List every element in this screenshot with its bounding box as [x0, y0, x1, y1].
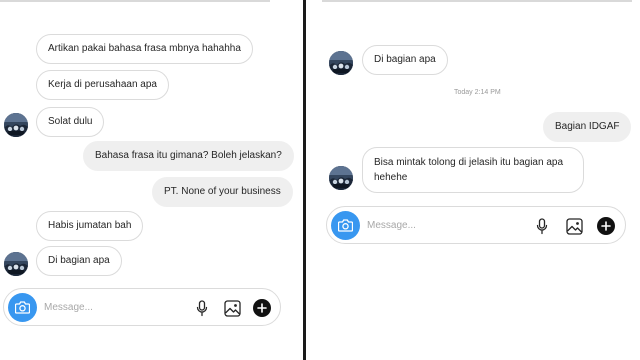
message-bubble-sent[interactable]: PT. None of your business — [152, 177, 293, 207]
camera-icon — [15, 301, 30, 314]
avatar-image — [4, 113, 28, 137]
add-button[interactable] — [252, 298, 272, 318]
avatar-image — [4, 252, 28, 276]
contact-avatar[interactable] — [4, 252, 28, 276]
message-bubble-sent[interactable]: Bagian IDGAF — [543, 112, 632, 142]
avatar-image — [329, 51, 353, 75]
message-input[interactable] — [44, 300, 164, 314]
message-bubble-sent[interactable]: Bahasa frasa itu gimana? Boleh jelaskan? — [83, 141, 294, 171]
top-separator — [0, 0, 270, 2]
contact-avatar[interactable] — [4, 113, 28, 137]
message-composer — [3, 288, 281, 326]
message-timestamp: Today 2:14 PM — [454, 89, 501, 96]
microphone-icon — [536, 217, 548, 234]
message-bubble-received[interactable]: Habis jumatan bah — [36, 211, 144, 241]
message-bubble-received[interactable]: Solat dulu — [36, 107, 105, 137]
top-separator — [322, 0, 632, 2]
message-bubble-received[interactable]: Bisa mintak tolong di jelasih itu bagian… — [362, 147, 584, 193]
contact-avatar[interactable] — [329, 51, 353, 75]
message-bubble-received[interactable]: Artikan pakai bahasa frasa mbnya hahahha — [36, 34, 253, 64]
message-composer — [326, 206, 626, 244]
plus-icon — [253, 299, 271, 317]
gallery-button[interactable] — [564, 216, 584, 236]
message-bubble-received[interactable]: Di bagian apa — [362, 45, 448, 75]
camera-icon — [338, 219, 353, 232]
add-button[interactable] — [596, 216, 616, 236]
image-icon — [565, 217, 583, 235]
camera-button[interactable] — [331, 211, 360, 240]
microphone-button[interactable] — [192, 298, 212, 318]
microphone-button[interactable] — [532, 216, 552, 236]
avatar-image — [329, 166, 353, 190]
gallery-button[interactable] — [222, 298, 242, 318]
message-bubble-received[interactable]: Di bagian apa — [36, 246, 122, 276]
message-bubble-received[interactable]: Kerja di perusahaan apa — [36, 70, 169, 100]
contact-avatar[interactable] — [329, 166, 353, 190]
image-icon — [223, 299, 241, 317]
camera-button[interactable] — [8, 293, 37, 322]
panel-divider — [303, 0, 306, 360]
message-input[interactable] — [367, 218, 487, 232]
plus-icon — [597, 217, 615, 235]
microphone-icon — [196, 299, 208, 316]
